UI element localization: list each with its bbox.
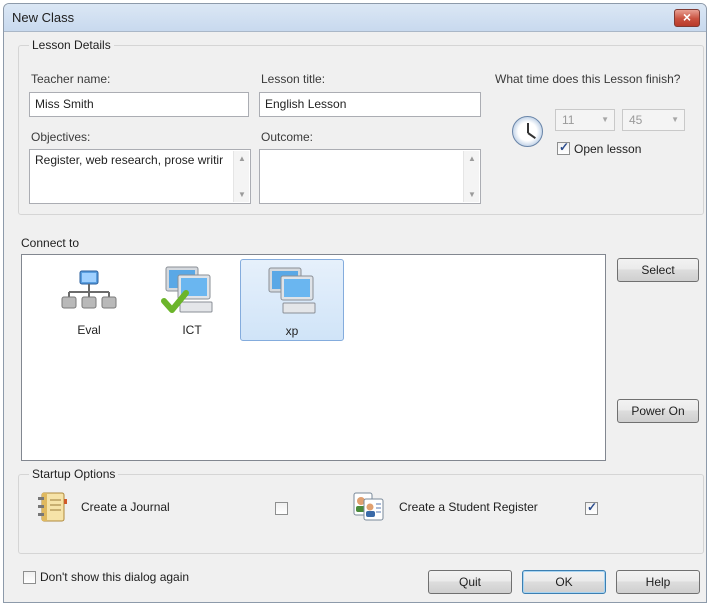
objectives-text: Register, web research, prose writir: [35, 153, 224, 167]
outcome-field[interactable]: ▲ ▼: [259, 149, 481, 204]
quit-button[interactable]: Quit: [428, 570, 512, 594]
minute-value: 45: [629, 113, 643, 127]
student-register-icon: [353, 492, 384, 521]
startup-options-label: Startup Options: [29, 467, 119, 481]
outcome-label: Outcome:: [261, 130, 314, 144]
create-register-label: Create a Student Register: [399, 500, 538, 514]
select-button[interactable]: Select: [617, 258, 699, 282]
minute-select[interactable]: 45 ▼: [622, 109, 685, 131]
help-button[interactable]: Help: [616, 570, 700, 594]
window-title: New Class: [12, 10, 75, 25]
clock-icon: [512, 116, 543, 147]
create-journal-checkbox[interactable]: [275, 502, 288, 515]
title-bar: New Class ×: [4, 4, 706, 32]
objectives-scrollbar[interactable]: ▲ ▼: [233, 151, 249, 202]
list-item-ict[interactable]: ICT: [140, 261, 244, 341]
lesson-details-label: Lesson Details: [29, 38, 114, 52]
list-item-label: ICT: [182, 323, 202, 337]
chevron-down-icon: ▼: [671, 115, 679, 124]
teacher-name-label: Teacher name:: [31, 72, 111, 86]
connect-list[interactable]: Eval ICT xp: [21, 254, 606, 461]
scroll-up-icon[interactable]: ▲: [464, 154, 480, 163]
lesson-title-label: Lesson title:: [261, 72, 326, 86]
create-register-checkbox[interactable]: [585, 500, 598, 515]
teacher-name-field[interactable]: Miss Smith: [29, 92, 249, 117]
objectives-label: Objectives:: [31, 130, 91, 144]
finish-time-label: What time does this Lesson finish?: [495, 72, 681, 86]
power-on-button[interactable]: Power On: [617, 399, 699, 423]
scroll-up-icon[interactable]: ▲: [234, 154, 250, 163]
journal-icon: [38, 492, 67, 522]
outcome-scrollbar[interactable]: ▲ ▼: [463, 151, 479, 202]
hour-value: 11: [562, 113, 575, 127]
close-button[interactable]: ×: [674, 9, 700, 27]
open-lesson-label: Open lesson: [574, 142, 642, 156]
computer-icon: [268, 267, 316, 314]
dont-show-label: Don't show this dialog again: [40, 570, 190, 584]
ok-button[interactable]: OK: [522, 570, 606, 594]
chevron-down-icon: ▼: [601, 115, 609, 124]
new-class-dialog: New Class × Lesson Details Teacher name:…: [3, 3, 707, 603]
open-lesson-checkbox[interactable]: [557, 140, 570, 155]
connect-to-label: Connect to: [21, 236, 80, 250]
create-journal-label: Create a Journal: [81, 500, 170, 514]
list-item-eval[interactable]: Eval: [37, 261, 141, 341]
lesson-title-field[interactable]: English Lesson: [259, 92, 481, 117]
list-item-label: Eval: [77, 323, 101, 337]
list-item-label: xp: [285, 324, 299, 338]
computer-check-icon: [161, 266, 213, 313]
network-icon: [61, 270, 117, 309]
list-item-xp[interactable]: xp: [240, 259, 344, 341]
scroll-down-icon[interactable]: ▼: [234, 190, 250, 199]
dont-show-checkbox[interactable]: [23, 571, 36, 584]
objectives-field[interactable]: Register, web research, prose writir ▲ ▼: [29, 149, 251, 204]
hour-select[interactable]: 11 ▼: [555, 109, 615, 131]
scroll-down-icon[interactable]: ▼: [464, 190, 480, 199]
